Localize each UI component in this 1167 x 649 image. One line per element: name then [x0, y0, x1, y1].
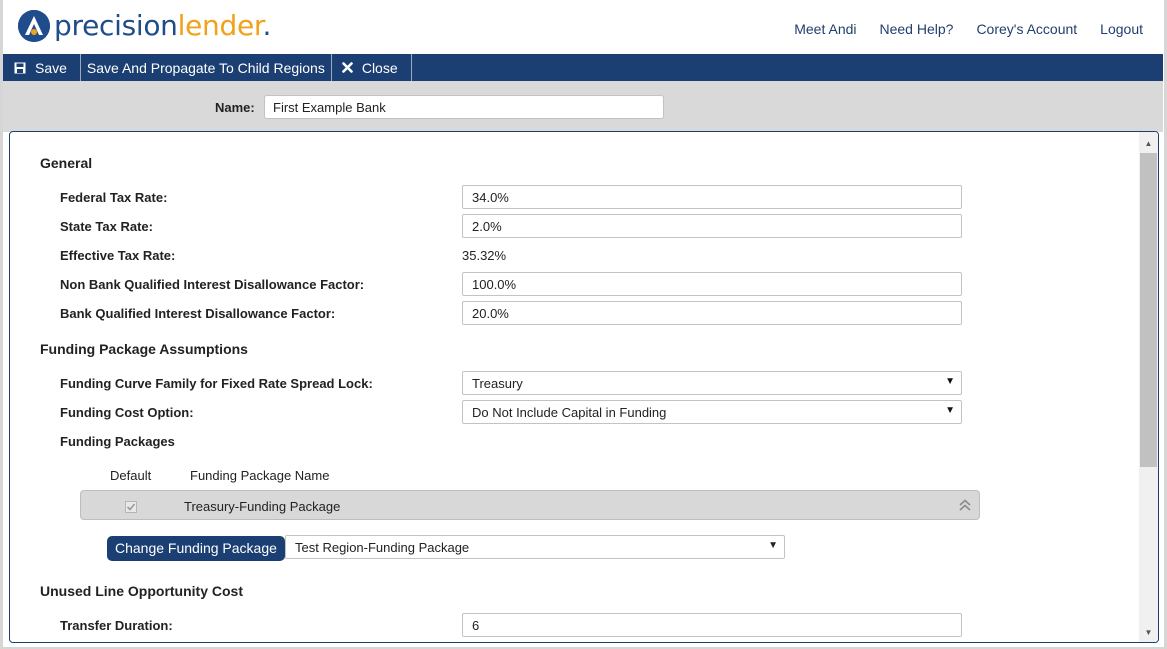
brand-logo[interactable]: precisionlender. — [18, 10, 271, 42]
next-field-input[interactable] — [462, 642, 962, 643]
funding-cost-value: Do Not Include Capital in Funding — [472, 405, 667, 420]
brand-wordmark: precisionlender. — [54, 9, 272, 42]
name-label: Name: — [215, 100, 255, 115]
nav-meet-andi[interactable]: Meet Andi — [794, 21, 856, 37]
app-header: precisionlender. Meet Andi Need Help? Co… — [3, 0, 1163, 54]
action-toolbar: Save Save And Propagate To Child Regions… — [3, 54, 1163, 81]
collapse-chevron-icon[interactable] — [958, 498, 972, 515]
transfer-duration-input[interactable]: 6 — [462, 613, 962, 637]
nav-account[interactable]: Corey's Account — [976, 21, 1077, 37]
section-unused-line-title: Unused Line Opportunity Cost — [40, 583, 243, 599]
logo-icon — [18, 10, 50, 42]
transfer-duration-label: Transfer Duration: — [60, 618, 173, 633]
close-icon — [342, 62, 353, 73]
funding-package-select-value: Test Region-Funding Package — [295, 540, 470, 555]
dropdown-caret-icon: ▼ — [768, 540, 778, 551]
default-checkbox[interactable] — [125, 500, 137, 513]
bank-factor-label: Bank Qualified Interest Disallowance Fac… — [60, 306, 336, 321]
scroll-down-arrow-icon[interactable]: ▼ — [1139, 623, 1158, 641]
scroll-up-arrow-icon[interactable]: ▲ — [1139, 134, 1158, 152]
state-tax-label: State Tax Rate: — [60, 219, 153, 234]
save-button[interactable]: Save — [3, 54, 81, 81]
funding-package-select[interactable]: Test Region-Funding Package ▼ — [285, 535, 785, 559]
nav-need-help[interactable]: Need Help? — [880, 21, 954, 37]
save-propagate-label: Save And Propagate To Child Regions — [86, 59, 325, 76]
funding-cost-select[interactable]: Do Not Include Capital in Funding ▼ — [462, 400, 962, 424]
save-label: Save — [35, 59, 67, 76]
funding-packages-label: Funding Packages — [60, 434, 175, 449]
effective-tax-value: 35.32% — [462, 248, 507, 263]
top-nav: Meet Andi Need Help? Corey's Account Log… — [794, 21, 1143, 37]
name-strip: Name: First Example Bank — [3, 81, 1163, 132]
column-package-name-header: Funding Package Name — [190, 468, 330, 483]
column-default-header: Default — [110, 468, 152, 483]
federal-tax-label: Federal Tax Rate: — [60, 190, 168, 205]
bank-factor-input[interactable]: 20.0% — [462, 301, 962, 325]
close-label: Close — [361, 59, 398, 76]
settings-panel: General Federal Tax Rate: 34.0% State Ta… — [9, 131, 1159, 643]
funding-cost-label: Funding Cost Option: — [60, 405, 194, 420]
name-input[interactable]: First Example Bank — [264, 95, 664, 119]
floppy-disk-icon — [14, 62, 26, 74]
section-funding-title: Funding Package Assumptions — [40, 341, 248, 357]
federal-tax-input[interactable]: 34.0% — [462, 185, 962, 209]
funding-package-row[interactable]: Treasury-Funding Package — [80, 490, 980, 520]
vertical-scrollbar[interactable]: ▲ ▼ — [1139, 132, 1158, 642]
funding-package-name: Treasury-Funding Package — [184, 499, 341, 514]
funding-curve-value: Treasury — [472, 376, 523, 391]
effective-tax-label: Effective Tax Rate: — [60, 248, 176, 263]
save-propagate-button[interactable]: Save And Propagate To Child Regions — [81, 54, 332, 81]
section-general-title: General — [40, 155, 93, 171]
funding-curve-label: Funding Curve Family for Fixed Rate Spre… — [60, 376, 373, 391]
close-button[interactable]: Close — [332, 54, 412, 81]
dropdown-caret-icon: ▼ — [945, 405, 955, 416]
non-bank-factor-input[interactable]: 100.0% — [462, 272, 962, 296]
state-tax-input[interactable]: 2.0% — [462, 214, 962, 238]
scrollbar-thumb[interactable] — [1140, 153, 1157, 467]
non-bank-factor-label: Non Bank Qualified Interest Disallowance… — [60, 277, 365, 292]
dropdown-caret-icon: ▼ — [945, 376, 955, 387]
change-funding-package-button[interactable]: Change Funding Package — [107, 536, 285, 561]
funding-curve-select[interactable]: Treasury ▼ — [462, 371, 962, 395]
nav-logout[interactable]: Logout — [1100, 21, 1143, 37]
